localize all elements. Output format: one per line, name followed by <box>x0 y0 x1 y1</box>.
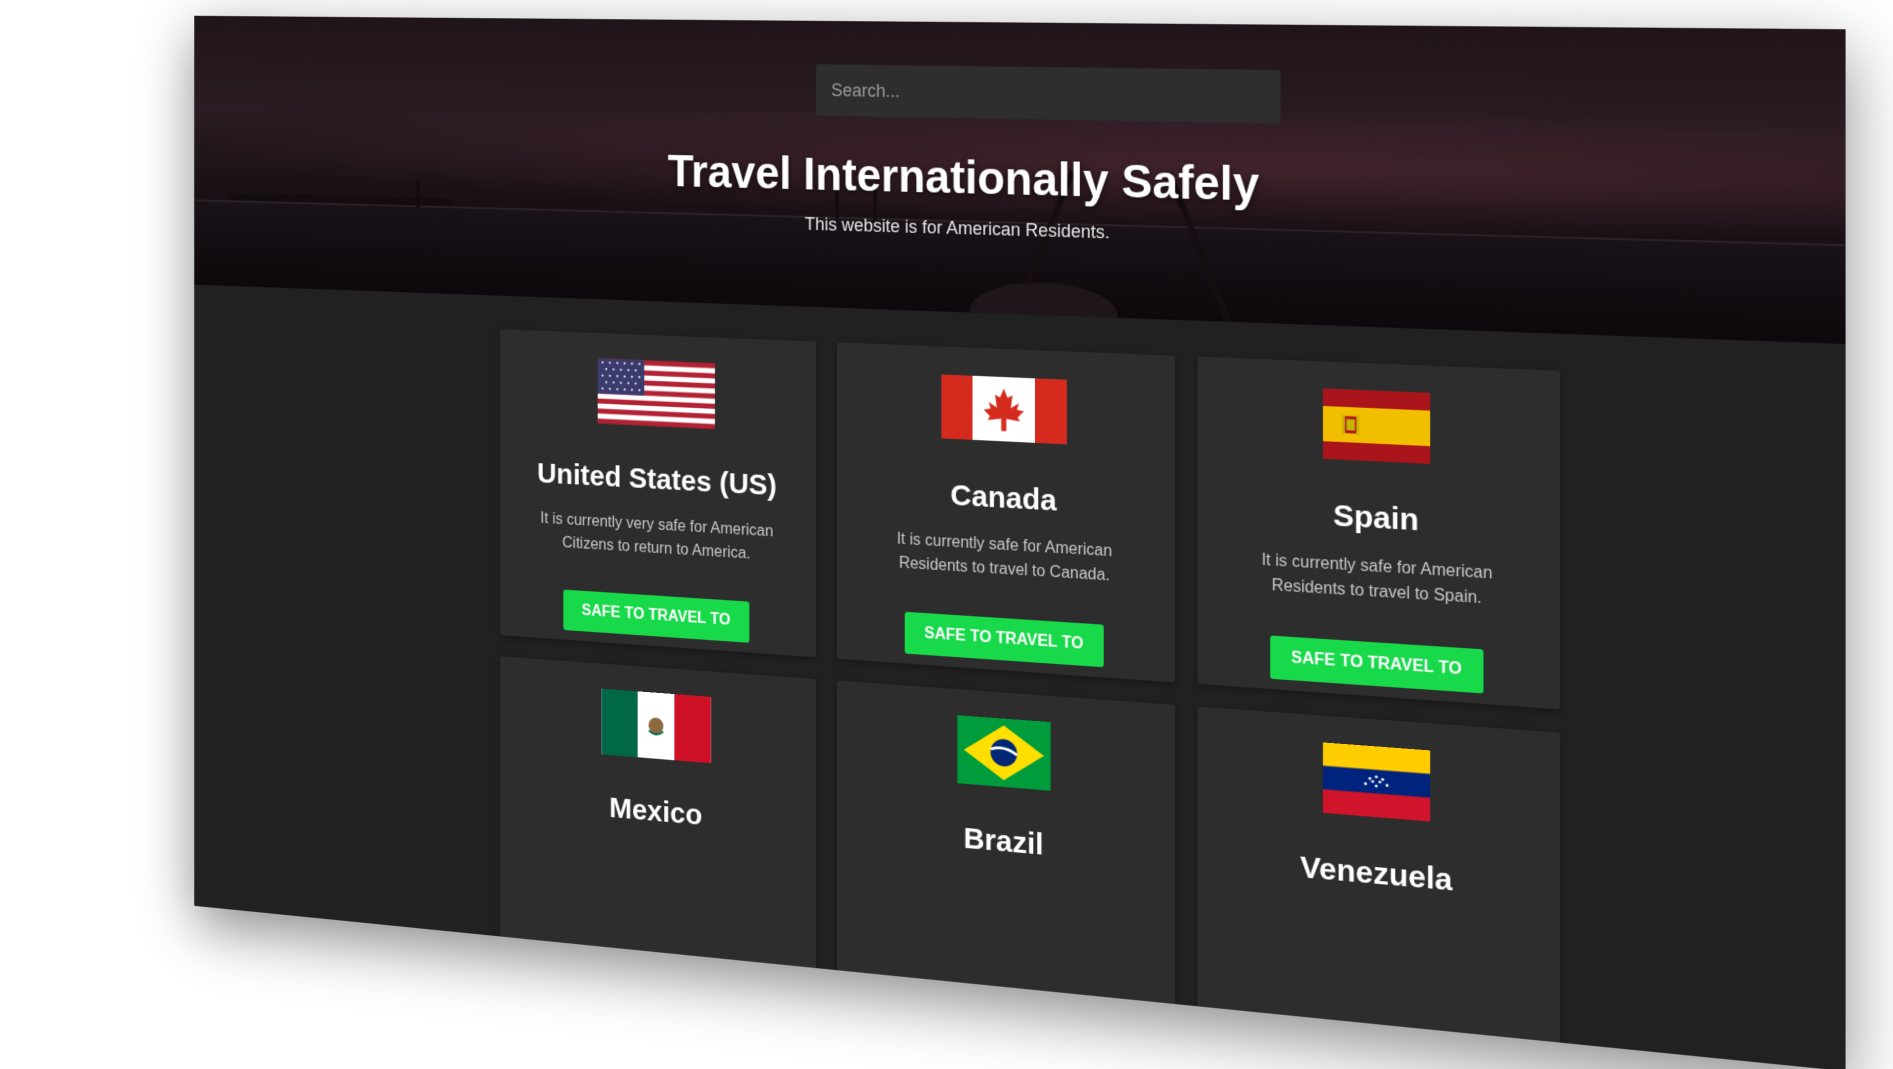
mexico-flag-icon <box>601 688 711 764</box>
country-card-us: United States (US) It is currently very … <box>499 329 817 658</box>
safe-to-travel-button[interactable]: SAFE TO TRAVEL TO <box>905 611 1104 668</box>
country-description: It is currently very safe for American C… <box>540 510 774 563</box>
country-card-spain: Spain It is currently safe for American … <box>1197 356 1561 710</box>
country-name: Spain <box>1333 498 1419 538</box>
country-card-mexico: Mexico <box>499 656 817 995</box>
hero-banner: Travel Internationally Safely This websi… <box>194 15 1846 345</box>
brazil-flag-icon <box>956 715 1051 791</box>
country-card-canada: Canada It is currently safe for American… <box>836 342 1176 683</box>
country-description: It is currently safe for American Reside… <box>1261 551 1493 608</box>
browser-viewport: Travel Internationally Safely This websi… <box>194 15 1846 1069</box>
canada-flag-icon <box>940 374 1067 445</box>
country-name: United States (US) <box>537 457 777 503</box>
country-grid: United States (US) It is currently very … <box>499 329 1561 1069</box>
country-name: Mexico <box>609 791 703 832</box>
venezuela-flag-icon <box>1322 742 1430 822</box>
us-flag-icon <box>597 358 715 430</box>
country-name: Canada <box>950 478 1057 518</box>
safe-to-travel-button[interactable]: SAFE TO TRAVEL TO <box>563 589 750 643</box>
country-name: Venezuela <box>1300 850 1453 898</box>
search-input[interactable] <box>816 64 1281 124</box>
country-name: Brazil <box>963 821 1044 862</box>
spain-flag-icon <box>1322 388 1430 464</box>
country-card-brazil: Brazil <box>836 680 1176 1032</box>
country-description: It is currently safe for American Reside… <box>896 530 1113 585</box>
country-card-venezuela: Venezuela <box>1197 706 1561 1069</box>
safe-to-travel-button[interactable]: SAFE TO TRAVEL TO <box>1270 635 1484 694</box>
